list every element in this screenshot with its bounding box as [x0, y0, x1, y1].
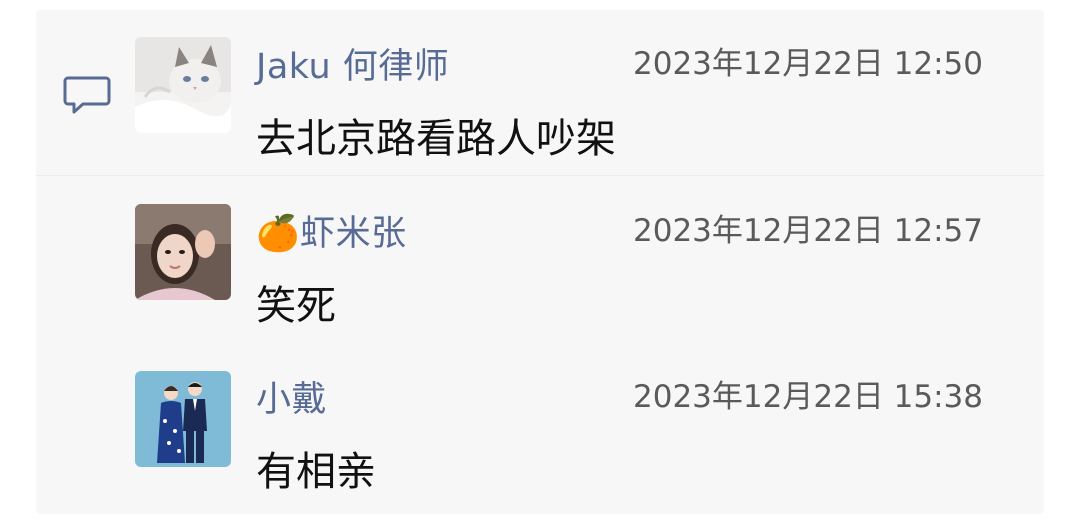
comment-time: 2023年12月22日 12:57	[633, 213, 983, 249]
girl-photo-avatar[interactable]	[135, 204, 231, 300]
comment-text: 笑死	[256, 283, 336, 329]
comment-time: 2023年12月22日 12:50	[633, 46, 983, 82]
comment-entry[interactable]: 🍊虾米张 2023年12月22日 12:57 笑死	[36, 176, 1044, 344]
comment-entry[interactable]: 小戴 2023年12月22日 15:38 有相亲	[36, 344, 1044, 514]
couple-illustration-avatar[interactable]	[135, 371, 231, 467]
comment-text: 有相亲	[256, 449, 376, 495]
comment-text: 去北京路看路人吵架	[256, 116, 616, 162]
commenter-name[interactable]: 🍊虾米张	[256, 205, 407, 256]
cat-photo-avatar[interactable]	[135, 37, 231, 133]
commenter-name[interactable]: 小戴	[256, 371, 327, 422]
commenter-name[interactable]: Jaku 何律师	[256, 38, 449, 89]
comment-time: 2023年12月22日 15:38	[633, 379, 983, 415]
comment-entry[interactable]: Jaku 何律师 2023年12月22日 12:50 去北京路看路人吵架	[36, 0, 1044, 175]
